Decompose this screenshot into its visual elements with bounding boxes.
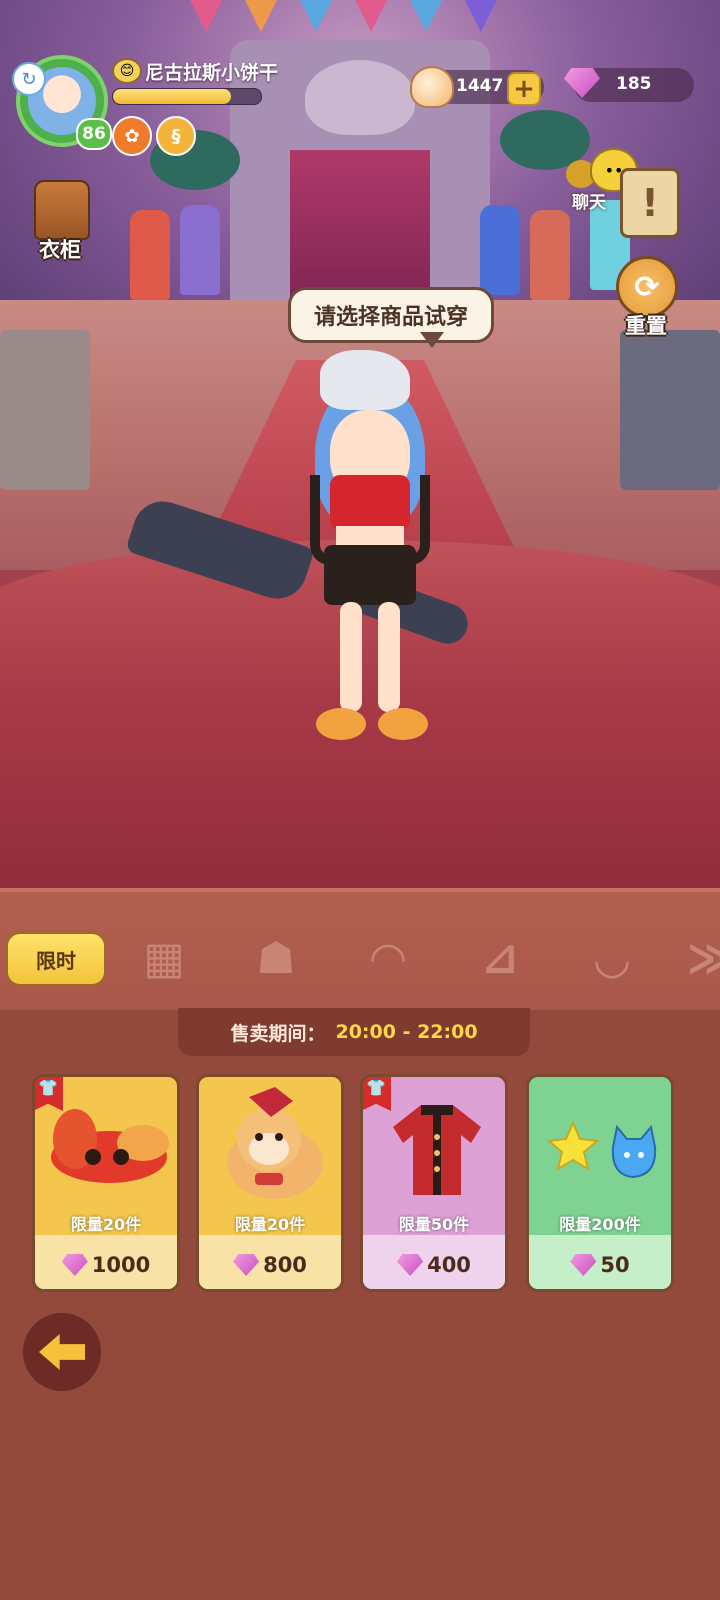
reset-button[interactable]: ⟳ 重置 [612,256,680,338]
item-price-row: 400 [363,1235,505,1289]
gem-icon [570,1254,597,1276]
item-price: 800 [263,1253,307,1277]
back-button[interactable] [23,1313,101,1391]
item-price-row: 800 [199,1235,341,1289]
category-tab-bar: 限时 ▦ ☗ ◠ ⊿ ◡ ≫ [0,888,720,1010]
try-on-prompt-text: 请选择商品试穿 [314,305,469,330]
flower-badge-icon[interactable]: ✿ [112,116,152,156]
item-limit: 限量20件 [234,1215,306,1234]
mannequin [130,210,170,300]
wardrobe-icon [34,180,90,240]
tab-limited[interactable]: 限时 [6,932,106,986]
character-top [330,475,410,530]
item-limit: 限量200件 [559,1215,641,1234]
item-limit: 限量20件 [70,1215,142,1234]
try-on-prompt-bubble: 请选择商品试穿 [288,287,494,343]
swirl-badge-icon[interactable]: § [156,116,196,156]
task-scroll-button[interactable]: ! [620,168,680,238]
character-shorts [324,545,416,605]
player-character[interactable] [125,340,490,760]
reset-icon: ⟳ [616,256,678,318]
shop-item-card[interactable]: 👕 限量50件 400 [360,1074,508,1292]
wardrobe-label: 衣柜 [39,238,81,262]
exp-bar-fill [113,89,232,104]
item-price: 400 [427,1253,471,1277]
wardrobe-button[interactable]: 衣柜 [28,180,92,264]
mannequin [480,205,520,295]
character-leg [378,602,400,712]
star-cat-icon [546,1120,657,1179]
exp-bar [112,88,262,105]
shop-item-card[interactable]: 👕 限量20件 1000 [32,1074,180,1292]
sale-period: 售卖期间： 20:00 - 22:00 [178,1008,530,1056]
face-icon[interactable]: ☗ [246,928,306,988]
more-icon[interactable]: ≫ [680,928,720,988]
shell-icon [410,66,454,108]
shiba-pet-icon [227,1087,323,1199]
outfit-icon[interactable]: ⊿ [470,928,530,988]
grid-icon[interactable]: ▦ [134,928,194,988]
bunting-decoration [190,0,530,40]
display-pedestal [620,330,720,490]
stage-door [290,150,430,310]
character-leg [340,602,362,712]
gem-icon [397,1254,424,1276]
mannequin [530,210,570,300]
sale-period-time: 20:00 - 22:00 [335,1021,478,1043]
sale-period-label: 售卖期间： [230,1022,326,1045]
item-limit: 限量50件 [398,1215,470,1234]
reset-label: 重置 [625,314,667,338]
player-name: 尼古拉斯小饼干 [145,62,279,84]
mannequin [180,205,220,295]
item-price: 50 [600,1253,630,1277]
gem-currency: 185 [564,68,694,102]
character-shoe [316,708,366,740]
chat-label: 聊天 [572,193,606,213]
gate-mask-decoration [305,60,415,135]
shell-count: 1447 [456,76,504,96]
back-arrow-icon [39,1334,85,1370]
item-price-row: 50 [529,1235,671,1289]
swirl-icon: ↻ [12,62,46,96]
character-shoe [378,708,428,740]
add-currency-button[interactable]: + [507,72,541,106]
item-price-row: 1000 [35,1235,177,1289]
shop-item-card[interactable]: 限量200件 50 [526,1074,674,1292]
display-pedestal [0,330,90,490]
shell-currency: 1447 + [410,66,544,108]
hair-icon[interactable]: ◠ [358,928,418,988]
gem-icon [233,1254,260,1276]
ears-icon[interactable]: ◡ [582,928,642,988]
character-helmet [320,350,410,410]
gem-icon [61,1254,88,1276]
shop-panel: 限时 ▦ ☗ ◠ ⊿ ◡ ≫ 售卖期间： 20:00 - 22:00 👕 限量2… [0,888,720,1600]
shop-item-card[interactable]: 限量20件 800 [196,1074,344,1292]
level-badge: 86 [76,118,112,150]
gem-count: 185 [616,74,652,94]
emoji-face-icon: 😊 [112,58,142,84]
item-price: 1000 [91,1253,151,1277]
